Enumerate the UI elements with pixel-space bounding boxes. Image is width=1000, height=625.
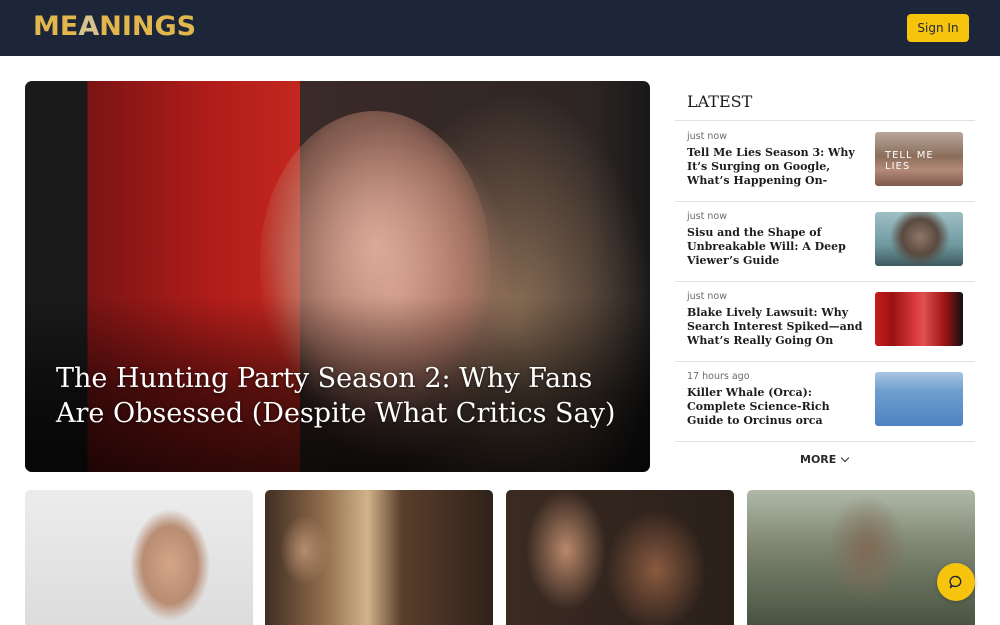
hero-article[interactable]: The Hunting Party Season 2: Why Fans Are… — [25, 81, 650, 472]
latest-item[interactable]: 17 hours ago Killer Whale (Orca): Comple… — [675, 362, 975, 442]
thumbnail-text: TELL ME LIES — [885, 150, 934, 172]
latest-item[interactable]: just now Blake Lively Lawsuit: Why Searc… — [675, 282, 975, 362]
item-title[interactable]: Sisu and the Shape of Unbreakable Will: … — [687, 226, 865, 268]
chat-button[interactable] — [937, 563, 975, 601]
item-title[interactable]: Tell Me Lies Season 3: Why It’s Surging … — [687, 146, 865, 188]
logo-text-part: ME — [33, 11, 79, 42]
item-thumbnail[interactable] — [875, 292, 963, 346]
latest-header: LATEST — [675, 81, 975, 121]
item-thumbnail[interactable] — [875, 372, 963, 426]
site-header: MEANINGS Sign In — [0, 0, 1000, 56]
item-thumbnail[interactable] — [875, 212, 963, 266]
chat-bubble-icon — [949, 575, 962, 589]
site-logo[interactable]: MEANINGS — [33, 11, 196, 42]
more-button[interactable]: MORE — [800, 453, 850, 466]
logo-text-part: A — [78, 11, 100, 42]
latest-heading: LATEST — [687, 92, 753, 111]
item-time: just now — [687, 211, 727, 222]
more-label: MORE — [800, 453, 837, 466]
article-card[interactable] — [25, 490, 253, 625]
latest-item[interactable]: just now Sisu and the Shape of Unbreakab… — [675, 202, 975, 282]
hero-title[interactable]: The Hunting Party Season 2: Why Fans Are… — [56, 361, 626, 431]
item-time: just now — [687, 291, 727, 302]
latest-item[interactable]: just now Tell Me Lies Season 3: Why It’s… — [675, 122, 975, 202]
item-thumbnail[interactable]: TELL ME LIES — [875, 132, 963, 186]
logo-text-part: NINGS — [99, 11, 197, 42]
chevron-down-icon — [841, 453, 850, 463]
item-time: 17 hours ago — [687, 371, 750, 382]
article-card[interactable] — [265, 490, 493, 625]
item-time: just now — [687, 131, 727, 142]
article-card[interactable] — [506, 490, 734, 625]
article-card[interactable] — [747, 490, 975, 625]
sign-in-button[interactable]: Sign In — [907, 14, 969, 42]
item-title[interactable]: Blake Lively Lawsuit: Why Search Interes… — [687, 306, 865, 348]
item-title[interactable]: Killer Whale (Orca): Complete Science-Ri… — [687, 386, 865, 428]
